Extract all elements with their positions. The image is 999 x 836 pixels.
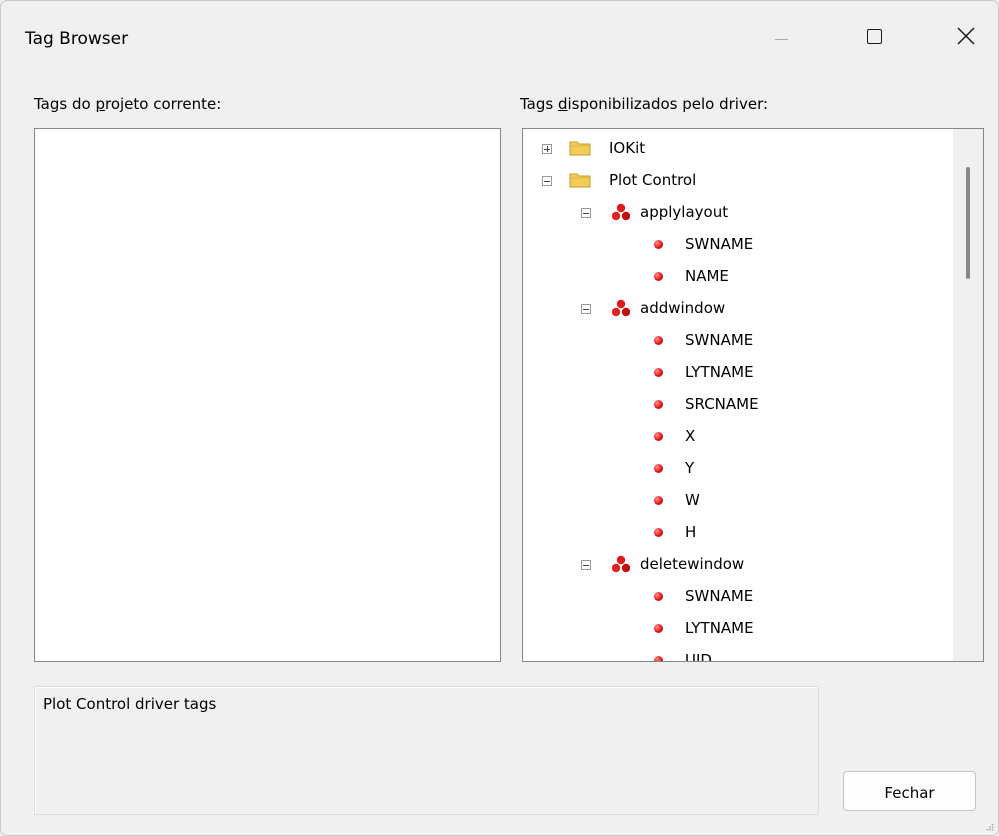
tree-leaf-tag[interactable]: NAME bbox=[523, 260, 953, 292]
close-icon bbox=[957, 27, 975, 45]
driver-tags-label: Tags disponibilizados pelo driver: bbox=[520, 95, 769, 113]
project-tags-label: Tags do projeto corrente: bbox=[34, 95, 222, 113]
tag-icon bbox=[654, 496, 663, 505]
close-window-button[interactable] bbox=[938, 15, 994, 59]
tree-node-label: Y bbox=[685, 459, 695, 477]
tree-node-label: LYTNAME bbox=[685, 363, 754, 381]
description-box: Plot Control driver tags bbox=[34, 686, 819, 815]
tag-group-icon bbox=[611, 299, 631, 317]
tree-node-label: SWNAME bbox=[685, 235, 754, 253]
tree-node-iokit[interactable]: IOKit bbox=[523, 132, 953, 164]
tree-leaf-tag[interactable]: SWNAME bbox=[523, 580, 953, 612]
tag-icon bbox=[654, 624, 663, 633]
tag-icon bbox=[654, 400, 663, 409]
project-tags-list[interactable] bbox=[34, 128, 501, 662]
maximize-icon bbox=[867, 29, 882, 44]
tag-icon bbox=[654, 272, 663, 281]
tag-group-icon bbox=[611, 203, 631, 221]
expand-icon[interactable] bbox=[542, 144, 552, 154]
tree-node-label: addwindow bbox=[640, 299, 726, 317]
tag-browser-window: Tag Browser Tags do projeto corrente: Ta… bbox=[0, 0, 999, 836]
tree-node-label: IOKit bbox=[609, 139, 646, 157]
tag-group-icon bbox=[611, 555, 631, 573]
tree-leaf-tag[interactable]: Y bbox=[523, 452, 953, 484]
tree-node-label: SWNAME bbox=[685, 331, 754, 349]
tag-icon bbox=[654, 528, 663, 537]
tree-scrollbar[interactable] bbox=[953, 129, 983, 661]
tag-icon bbox=[654, 592, 663, 601]
tree-node-deletewindow[interactable]: deletewindow bbox=[523, 548, 953, 580]
tree-leaf-tag[interactable]: UID bbox=[523, 644, 953, 661]
tree-node-label: NAME bbox=[685, 267, 729, 285]
tree-leaf-tag[interactable]: LYTNAME bbox=[523, 356, 953, 388]
tree-leaf-tag[interactable]: W bbox=[523, 484, 953, 516]
tree-node-label: UID bbox=[685, 651, 712, 661]
collapse-icon[interactable] bbox=[581, 304, 591, 314]
tree-node-label: LYTNAME bbox=[685, 619, 754, 637]
driver-tags-tree[interactable]: IOKit Plot Control applylayout SWNAME NA… bbox=[522, 128, 984, 662]
tag-icon bbox=[654, 336, 663, 345]
tag-icon bbox=[654, 240, 663, 249]
tree-node-label: deletewindow bbox=[640, 555, 745, 573]
tree-node-label: H bbox=[685, 523, 697, 541]
tag-icon bbox=[654, 656, 663, 661]
tree-leaf-tag[interactable]: SWNAME bbox=[523, 324, 953, 356]
tree-leaf-tag[interactable]: H bbox=[523, 516, 953, 548]
folder-icon bbox=[569, 173, 591, 188]
minimize-button[interactable] bbox=[753, 15, 809, 59]
tag-icon bbox=[654, 368, 663, 377]
tree-node-label: W bbox=[685, 491, 700, 509]
tree-node-plot-control[interactable]: Plot Control bbox=[523, 164, 953, 196]
tree-node-label: applylayout bbox=[640, 203, 729, 221]
resize-grip-icon[interactable] bbox=[986, 823, 994, 831]
tree-leaf-tag[interactable]: X bbox=[523, 420, 953, 452]
tag-icon bbox=[654, 464, 663, 473]
minimize-icon bbox=[775, 39, 788, 40]
tree-node-label: Plot Control bbox=[609, 171, 697, 189]
tree-node-applylayout[interactable]: applylayout bbox=[523, 196, 953, 228]
tree-node-label: SRCNAME bbox=[685, 395, 759, 413]
tree-node-label: X bbox=[685, 427, 696, 445]
collapse-icon[interactable] bbox=[581, 208, 591, 218]
window-title: Tag Browser bbox=[25, 29, 129, 49]
maximize-button[interactable] bbox=[846, 15, 902, 59]
tree-node-label: SWNAME bbox=[685, 587, 754, 605]
tree-leaf-tag[interactable]: LYTNAME bbox=[523, 612, 953, 644]
description-text: Plot Control driver tags bbox=[43, 695, 217, 713]
title-bar[interactable]: Tag Browser bbox=[1, 1, 998, 81]
collapse-icon[interactable] bbox=[542, 176, 552, 186]
scrollbar-thumb[interactable] bbox=[966, 167, 970, 279]
tree-leaf-tag[interactable]: SRCNAME bbox=[523, 388, 953, 420]
close-button[interactable]: Fechar bbox=[843, 771, 976, 811]
tree-leaf-tag[interactable]: SWNAME bbox=[523, 228, 953, 260]
folder-icon bbox=[569, 141, 591, 156]
tree-node-addwindow[interactable]: addwindow bbox=[523, 292, 953, 324]
tag-icon bbox=[654, 432, 663, 441]
collapse-icon[interactable] bbox=[581, 560, 591, 570]
